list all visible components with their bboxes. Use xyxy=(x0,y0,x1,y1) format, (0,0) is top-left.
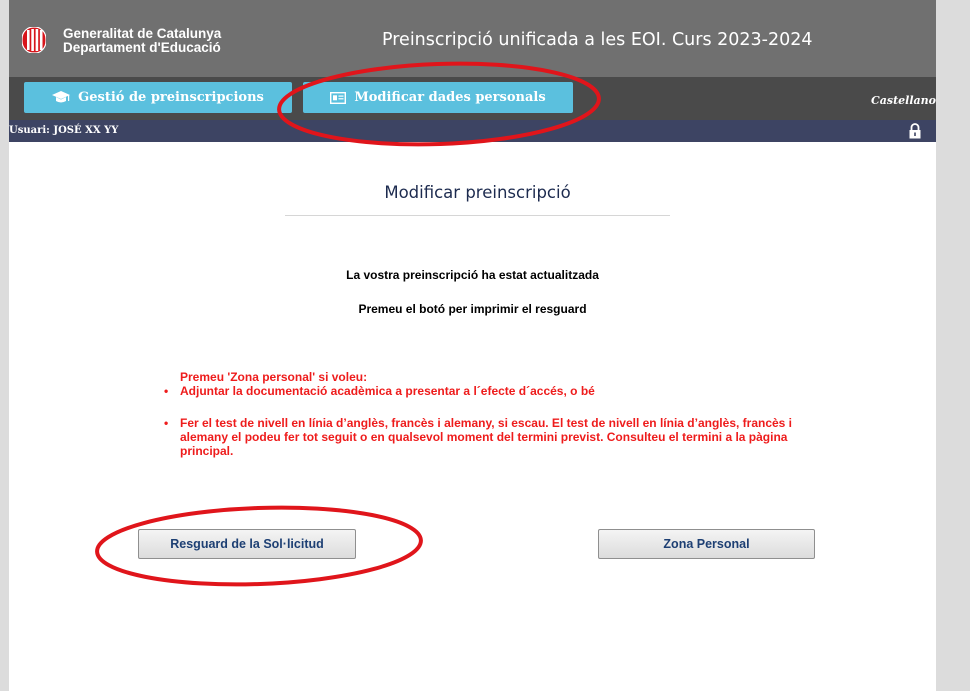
update-confirmation-text: La vostra preinscripció ha estat actuali… xyxy=(346,268,599,282)
org-name-line2: Departament d'Educació xyxy=(63,40,221,55)
zona-personal-button[interactable]: Zona Personal xyxy=(598,529,815,559)
nav-bar: Gestió de preinscripcions Modificar dade… xyxy=(9,77,936,120)
notice-item: Adjuntar la documentació acadèmica a pre… xyxy=(164,384,823,398)
notice-list: Adjuntar la documentació acadèmica a pre… xyxy=(163,384,823,458)
user-name: Usuari: JOSÉ XX YY xyxy=(9,125,119,136)
title-divider xyxy=(285,215,670,216)
app-title: Preinscripció unificada a les EOI. Curs … xyxy=(382,30,813,50)
zona-personal-notice: Premeu 'Zona personal' si voleu: Adjunta… xyxy=(163,370,823,458)
user-bar: Usuari: JOSÉ XX YY xyxy=(9,120,936,142)
modificar-dades-button[interactable]: Modificar dades personals xyxy=(303,82,573,113)
modificar-label: Modificar dades personals xyxy=(354,90,546,105)
notice-item: Fer el test de nivell en línia d’anglès,… xyxy=(164,416,823,458)
language-switch-link[interactable]: Castellano xyxy=(871,94,936,107)
notice-intro: Premeu 'Zona personal' si voleu: xyxy=(180,370,368,384)
page-title: Modificar preinscripció xyxy=(384,183,571,202)
gestio-preinscripcions-button[interactable]: Gestió de preinscripcions xyxy=(24,82,292,113)
print-instruction-text: Premeu el botó per imprimir el resguard xyxy=(358,302,587,316)
graduation-cap-icon xyxy=(52,91,71,103)
id-card-icon xyxy=(330,91,347,104)
resguard-solicitud-button[interactable]: Resguard de la Sol·licitud xyxy=(138,529,356,559)
app-header: Generalitat de Catalunya Departament d'E… xyxy=(9,0,936,77)
lock-icon[interactable] xyxy=(908,123,922,139)
right-gutter xyxy=(936,0,970,691)
org-name-line1: Generalitat de Catalunya xyxy=(63,26,222,41)
left-gutter xyxy=(0,0,9,691)
generalitat-logo-icon xyxy=(22,27,46,53)
gestio-label: Gestió de preinscripcions xyxy=(78,90,264,105)
